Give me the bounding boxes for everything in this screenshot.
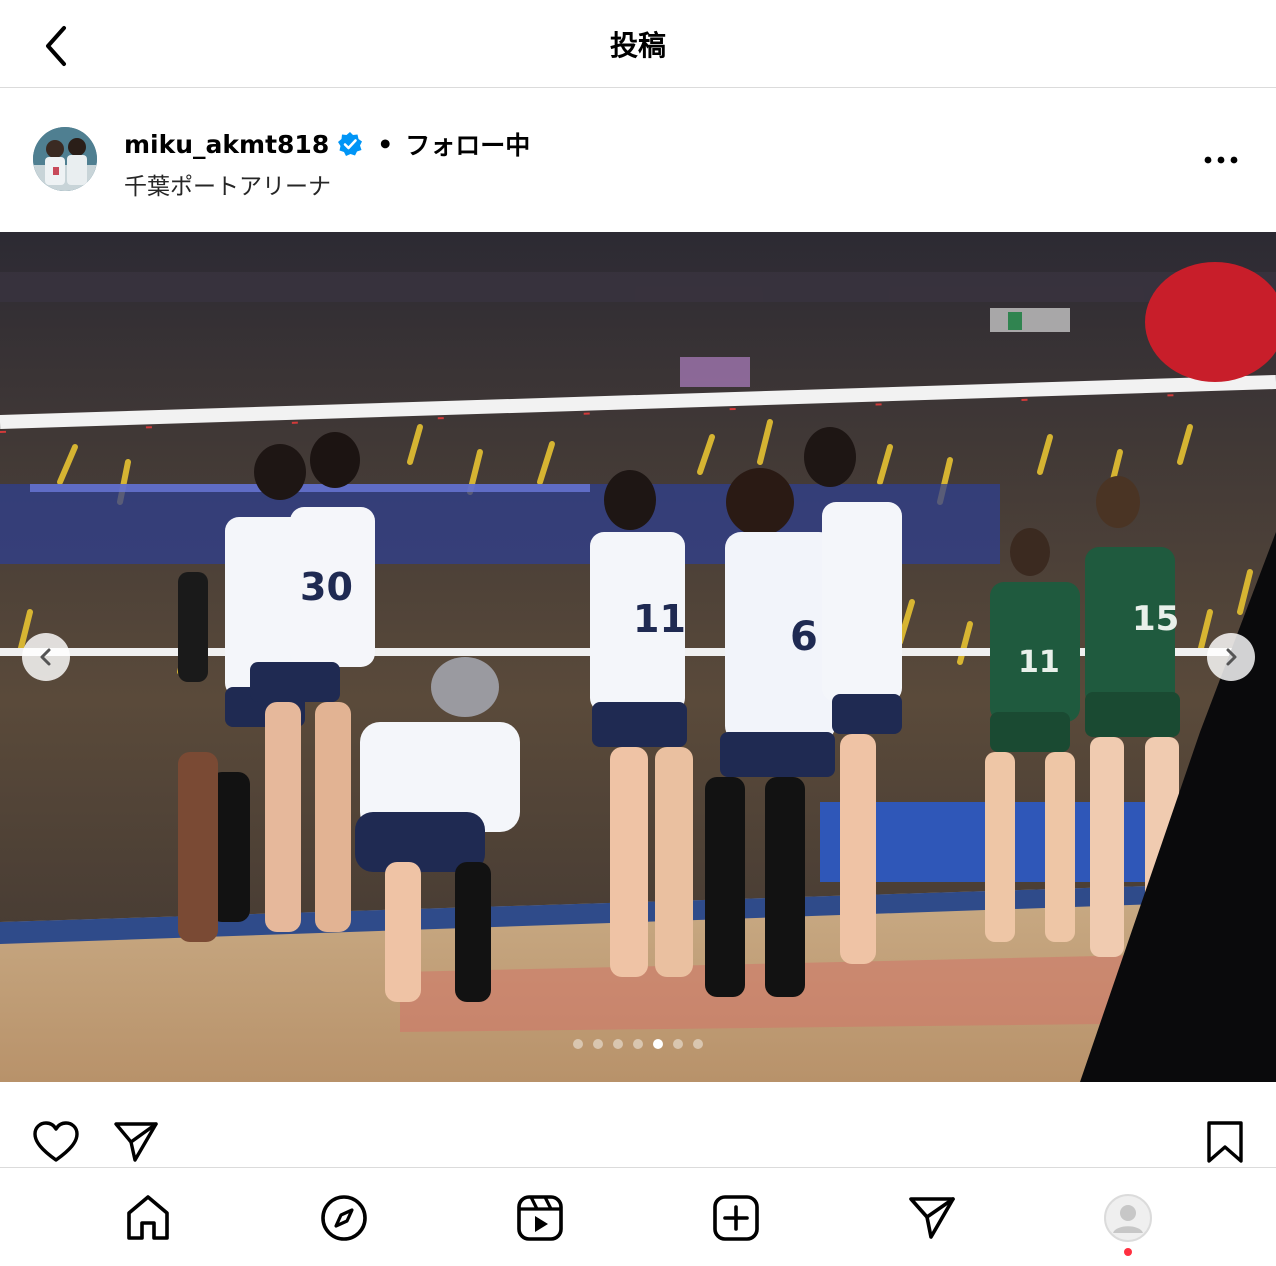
bookmark-icon	[1207, 1121, 1243, 1163]
profile-avatar-icon	[1104, 1194, 1152, 1242]
post-photo: 30 11 6 11 15	[0, 232, 1276, 1082]
notification-dot	[1124, 1248, 1132, 1256]
nav-create[interactable]	[706, 1191, 766, 1245]
carousel-dot	[613, 1039, 623, 1049]
carousel-dot-active	[653, 1039, 663, 1049]
reels-icon	[517, 1195, 563, 1241]
more-options-button[interactable]	[1196, 143, 1246, 177]
top-bar: 投稿	[0, 0, 1276, 88]
carousel-dot	[673, 1039, 683, 1049]
plus-square-icon	[713, 1195, 759, 1241]
share-button[interactable]	[110, 1118, 162, 1166]
paper-plane-icon	[909, 1197, 955, 1239]
avatar[interactable]	[33, 127, 97, 191]
nav-explore[interactable]	[314, 1191, 374, 1245]
verified-badge-icon	[337, 131, 363, 157]
post-media-carousel[interactable]: 30 11 6 11 15	[0, 232, 1276, 1082]
jersey-number: 11	[633, 597, 686, 641]
nav-profile[interactable]	[1098, 1191, 1158, 1245]
nav-messages[interactable]	[902, 1191, 962, 1245]
jersey-number: 11	[1018, 645, 1060, 680]
carousel-dot	[593, 1039, 603, 1049]
post-header: miku_akmt818 • フォロー中 千葉ポートアリーナ	[0, 89, 1276, 232]
jersey-number: 30	[300, 565, 353, 609]
username[interactable]: miku_akmt818	[124, 130, 329, 159]
carousel-dot	[633, 1039, 643, 1049]
carousel-prev-button[interactable]	[22, 633, 70, 681]
paper-plane-icon	[114, 1122, 158, 1162]
carousel-next-button[interactable]	[1207, 633, 1255, 681]
separator-dot: •	[377, 129, 394, 159]
nav-reels[interactable]	[510, 1191, 570, 1245]
jersey-number: 6	[790, 614, 818, 660]
more-horizontal-icon	[1204, 156, 1238, 164]
chevron-left-icon	[40, 648, 51, 666]
heart-icon	[33, 1121, 79, 1162]
nav-home[interactable]	[118, 1191, 178, 1245]
home-icon	[127, 1195, 169, 1240]
page-title: 投稿	[609, 29, 666, 62]
follow-status-button[interactable]: フォロー中	[405, 126, 530, 162]
chevron-right-icon	[1226, 648, 1237, 666]
post-actions	[0, 1082, 1276, 1168]
user-line: miku_akmt818 • フォロー中	[124, 127, 530, 161]
save-button[interactable]	[1199, 1118, 1251, 1166]
carousel-dot	[573, 1039, 583, 1049]
like-button[interactable]	[30, 1118, 82, 1166]
compass-icon	[321, 1195, 367, 1241]
jersey-number: 15	[1132, 599, 1179, 639]
location-link[interactable]: 千葉ポートアリーナ	[124, 167, 331, 201]
carousel-indicators	[0, 1039, 1276, 1049]
bottom-navigation	[0, 1169, 1276, 1266]
carousel-dot	[693, 1039, 703, 1049]
